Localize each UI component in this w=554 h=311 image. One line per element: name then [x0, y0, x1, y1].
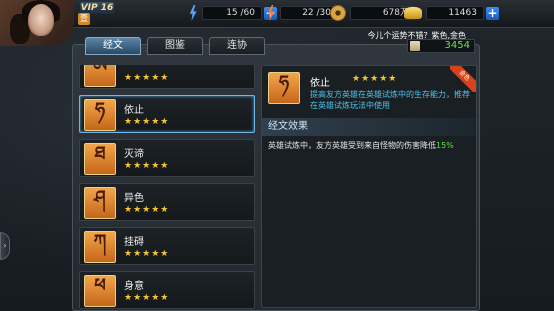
sutra-name: 灭谛 — [124, 149, 144, 160]
avatar-face — [28, 4, 54, 36]
side-expand-arrow-icon[interactable]: › — [0, 232, 10, 260]
sutra-glyph-icon: ཕ — [84, 275, 116, 307]
star-rating: ★★★★★ — [124, 293, 170, 303]
sutra-glyph-icon: ཧ — [84, 99, 116, 131]
fire-bolt-icon — [262, 4, 280, 22]
list-item[interactable]: ཕ 身意 ★★★★★ — [79, 271, 255, 309]
energy-value: 15 /60 — [202, 6, 262, 20]
star-rating: ★★★★★ — [124, 117, 170, 127]
tab-combo[interactable]: 连协 — [209, 37, 265, 55]
detail-glyph-icon: ཧ — [268, 72, 300, 104]
star-rating: ★★★★★ — [124, 249, 170, 259]
sutra-glyph-icon: ཤ — [84, 187, 116, 219]
list-item[interactable]: ཐ 灭谛 ★★★★★ — [79, 139, 255, 177]
sutra-name: 挂碍 — [124, 237, 144, 248]
list-item[interactable]: ཨ ★★★★★ — [79, 65, 255, 89]
effect-text: 英雄试炼中，友方英雄受到来自怪物的伤害降低15% — [268, 140, 454, 151]
tab-catalog[interactable]: 图鉴 — [147, 37, 203, 55]
coin-icon — [330, 5, 346, 21]
sutra-glyph-icon: ཐ — [84, 143, 116, 175]
sutra-panel: 经文 图鉴 连协 3454 ཨ ★★★★★ ཧ 依止 ★★★★★ ཐ 灭谛 ★★… — [72, 37, 480, 311]
sutra-glyph-icon: ཨ — [84, 65, 116, 87]
level-badge: 壹 — [78, 13, 90, 25]
sutra-points: 3454 — [407, 39, 475, 53]
effect-percent: 15% — [436, 141, 454, 150]
game-screen: VIP 16 壹 15 /60 + 22 /30 678万 11463 + 今儿… — [0, 0, 554, 311]
add-gold-button[interactable]: + — [486, 6, 499, 20]
list-item-selected[interactable]: ཧ 依止 ★★★★★ — [79, 95, 255, 133]
gold-stat: 11463 + — [404, 4, 499, 22]
sutra-name: 依止 — [124, 105, 144, 116]
detail-description: 提高友方英雄在英雄试炼中的生存能力，推荐在英雄试炼玩法中使用 — [310, 90, 470, 110]
gold-ingot-icon — [404, 7, 422, 19]
points-value: 3454 — [444, 40, 470, 51]
star-rating: ★★★★★ — [124, 73, 170, 83]
player-avatar[interactable] — [0, 0, 74, 46]
detail-name: 依止 — [310, 78, 330, 89]
sutra-glyph-icon: ཀ — [84, 231, 116, 263]
star-rating: ★★★★★ — [124, 205, 170, 215]
gold-value: 11463 — [426, 6, 484, 20]
detail-star-rating: ★★★★★ — [352, 74, 398, 84]
sutra-name: 身意 — [124, 281, 144, 292]
lightning-icon — [184, 4, 202, 22]
tab-sutra[interactable]: 经文 — [85, 37, 141, 55]
sutra-name: 异色 — [124, 193, 144, 204]
stamina-stat: 22 /30 — [262, 4, 338, 22]
effect-title: 经文效果 — [262, 118, 476, 136]
scroll-icon — [410, 41, 420, 51]
sutra-detail: ཧ 依止 ★★★★★ 金色 提高友方英雄在英雄试炼中的生存能力，推荐在英雄试炼玩… — [261, 65, 477, 308]
list-item[interactable]: ཀ 挂碍 ★★★★★ — [79, 227, 255, 265]
list-item[interactable]: ཤ 异色 ★★★★★ — [79, 183, 255, 221]
effect-desc: 英雄试炼中，友方英雄受到来自怪物的伤害降低 — [268, 141, 436, 150]
sutra-list[interactable]: ཨ ★★★★★ ཧ 依止 ★★★★★ ཐ 灭谛 ★★★★★ ཤ 异色 ★★★★★… — [79, 65, 255, 311]
star-rating: ★★★★★ — [124, 161, 170, 171]
